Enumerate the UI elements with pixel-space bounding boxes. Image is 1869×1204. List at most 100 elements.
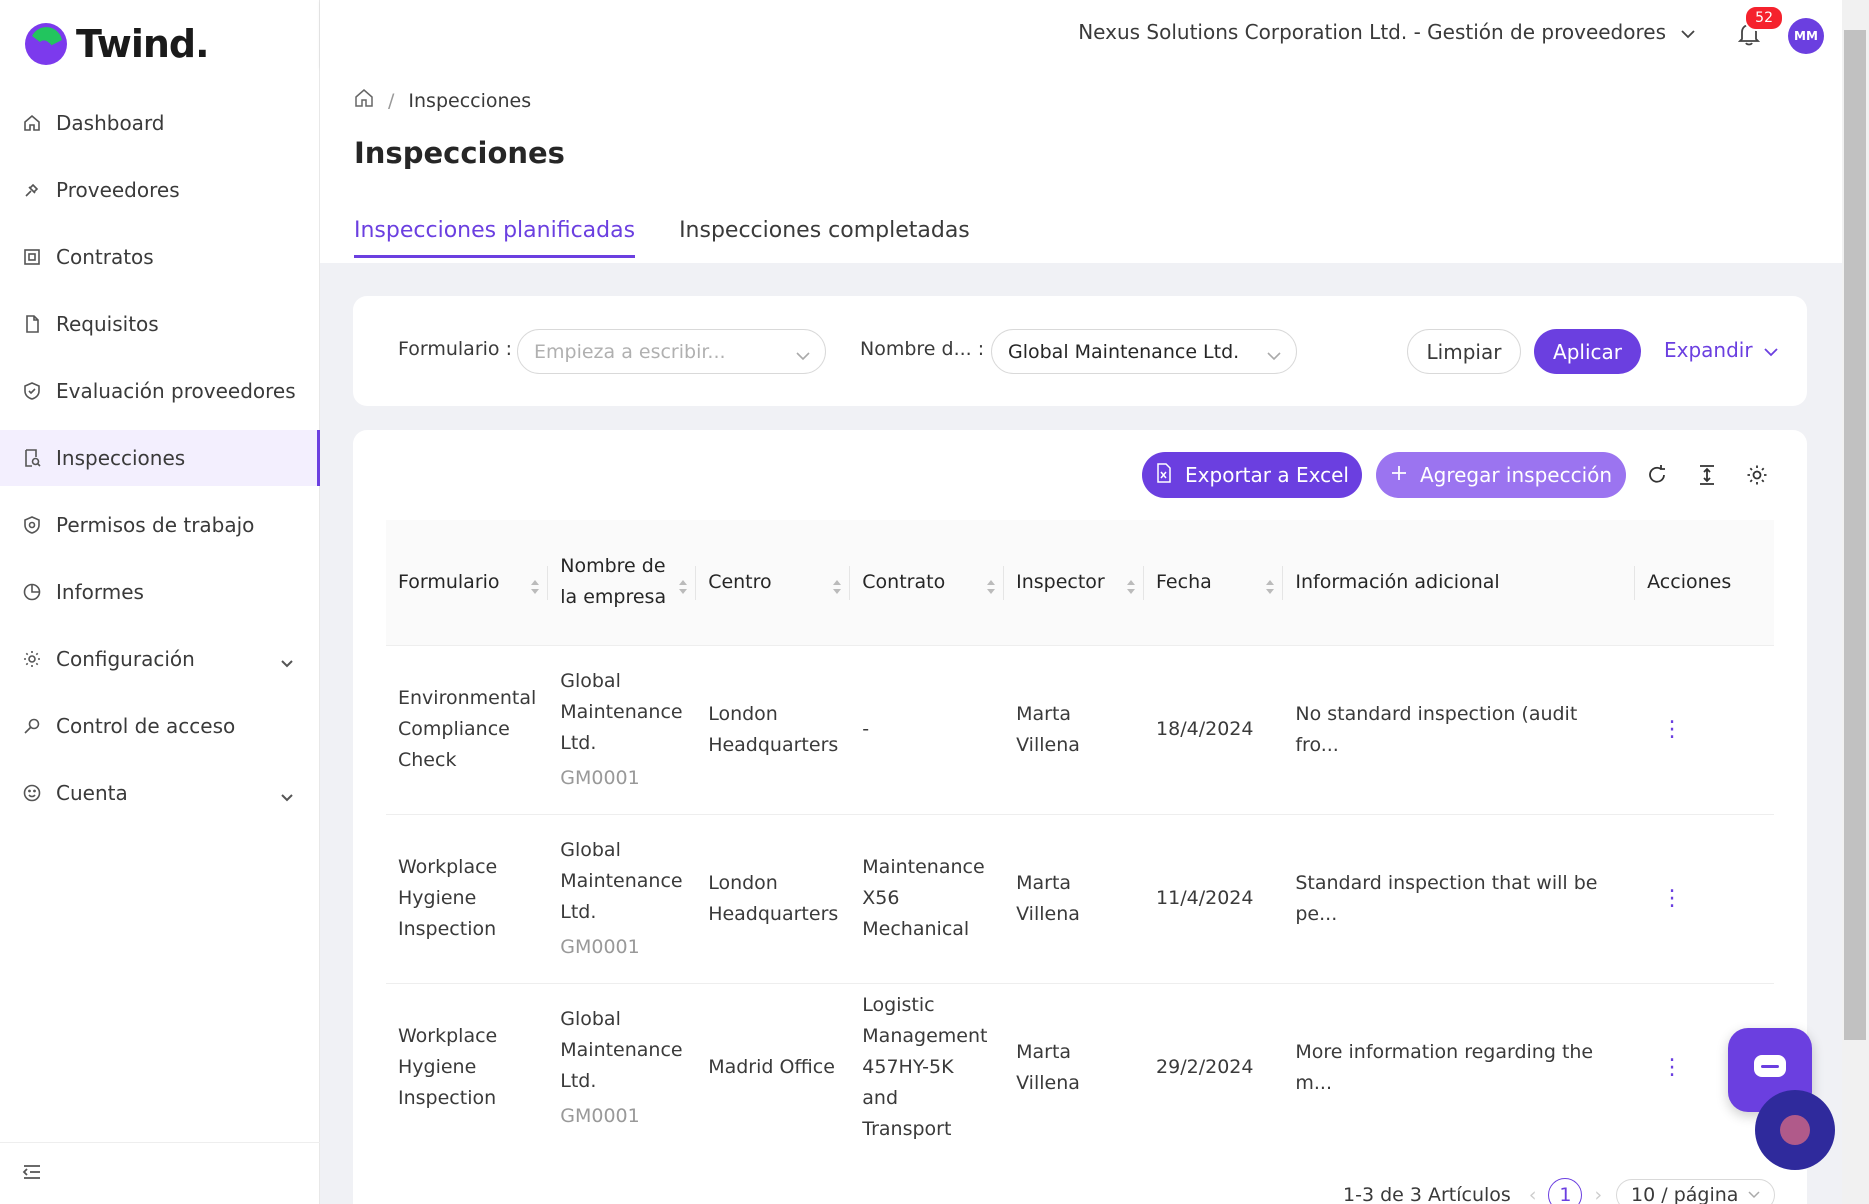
cell-formulario: Workplace Hygiene Inspection bbox=[386, 813, 549, 983]
chat-status-icon bbox=[1780, 1115, 1810, 1145]
logo[interactable]: Twind. bbox=[22, 20, 210, 68]
sidebar-item-informes[interactable]: Informes bbox=[0, 564, 320, 620]
cell-info: No standard inspection (audit fro... bbox=[1283, 644, 1636, 814]
cell-info: Standard inspection that will be pe... bbox=[1283, 813, 1636, 983]
sidebar-item-configuracion[interactable]: Configuración bbox=[0, 631, 320, 687]
home-icon[interactable] bbox=[354, 88, 374, 113]
sort-icon bbox=[530, 574, 540, 605]
sidebar-item-label: Cuenta bbox=[56, 781, 128, 805]
cell-fecha: 11/4/2024 bbox=[1144, 813, 1284, 983]
table-row[interactable]: Environmental Compliance Check Global Ma… bbox=[386, 644, 1774, 814]
contract-icon bbox=[22, 247, 42, 267]
prev-page-icon[interactable]: ‹ bbox=[1529, 1184, 1537, 1204]
sidebar-item-control-acceso[interactable]: Control de acceso bbox=[0, 698, 320, 754]
nombre-filter-label: Nombre d... : bbox=[860, 338, 985, 360]
export-label: Exportar a Excel bbox=[1185, 463, 1349, 487]
cell-acciones: ⋮ bbox=[1635, 644, 1774, 814]
sidebar-item-contratos[interactable]: Contratos bbox=[0, 229, 320, 285]
more-actions-icon[interactable]: ⋮ bbox=[1647, 1055, 1683, 1080]
column-header-formulario[interactable]: Formulario bbox=[386, 520, 549, 645]
company-name: Global Maintenance Ltd. bbox=[560, 1007, 683, 1092]
inspections-table: Formulario Nombre de la empresa Centro C… bbox=[386, 520, 1774, 1152]
cell-contrato: Maintenance X56 Mechanical bbox=[850, 813, 1005, 983]
chevron-down-icon bbox=[280, 784, 294, 808]
formulario-filter-label: Formulario : bbox=[398, 338, 512, 360]
cell-formulario: Workplace Hygiene Inspection bbox=[386, 982, 549, 1152]
settings-gear-icon[interactable] bbox=[1744, 462, 1770, 488]
page-number[interactable]: 1 bbox=[1548, 1178, 1583, 1204]
breadcrumb: / Inspecciones bbox=[354, 88, 531, 113]
expand-filters-button[interactable]: Expandir bbox=[1664, 338, 1779, 362]
column-header-empresa[interactable]: Nombre de la empresa bbox=[548, 520, 697, 645]
column-header-fecha[interactable]: Fecha bbox=[1144, 520, 1284, 645]
scrollbar-thumb[interactable] bbox=[1844, 30, 1866, 1040]
sort-icon bbox=[678, 574, 688, 605]
chevron-down-icon bbox=[1680, 20, 1696, 44]
breadcrumb-separator: / bbox=[388, 89, 395, 112]
inspection-icon bbox=[22, 448, 42, 468]
expand-label: Expandir bbox=[1664, 338, 1753, 362]
sidebar-item-inspecciones[interactable]: Inspecciones bbox=[0, 430, 320, 486]
apply-button[interactable]: Aplicar bbox=[1534, 329, 1641, 374]
chat-icon bbox=[1752, 1053, 1788, 1087]
nombre-filter-select[interactable]: Global Maintenance Ltd. bbox=[991, 329, 1297, 374]
sidebar-item-proveedores[interactable]: Proveedores bbox=[0, 162, 320, 218]
page-header: / Inspecciones Inspecciones Inspecciones… bbox=[320, 68, 1842, 263]
cell-fecha: 18/4/2024 bbox=[1144, 644, 1284, 814]
cell-centro: Madrid Office bbox=[696, 982, 851, 1152]
pie-chart-icon bbox=[22, 582, 42, 602]
sidebar-item-evaluacion[interactable]: Evaluación proveedores bbox=[0, 363, 320, 419]
chevron-down-icon bbox=[1763, 338, 1779, 362]
sidebar-item-permisos[interactable]: Permisos de trabajo bbox=[0, 497, 320, 553]
company-code: GM0001 bbox=[560, 766, 640, 789]
cell-contrato: - bbox=[850, 644, 1005, 814]
table-row[interactable]: Workplace Hygiene Inspection Global Main… bbox=[386, 982, 1774, 1152]
tab-planificadas[interactable]: Inspecciones planificadas bbox=[354, 218, 636, 258]
table-row[interactable]: Workplace Hygiene Inspection Global Main… bbox=[386, 813, 1774, 983]
nombre-filter-value: Global Maintenance Ltd. bbox=[1008, 340, 1240, 363]
column-header-inspector[interactable]: Inspector bbox=[1004, 520, 1145, 645]
more-actions-icon[interactable]: ⋮ bbox=[1647, 717, 1683, 742]
smile-icon bbox=[22, 783, 42, 803]
add-inspection-button[interactable]: Agregar inspección bbox=[1376, 452, 1626, 498]
sort-icon bbox=[832, 574, 842, 605]
more-actions-icon[interactable]: ⋮ bbox=[1647, 886, 1683, 911]
sidebar-item-requisitos[interactable]: Requisitos bbox=[0, 296, 320, 352]
page-size-select[interactable]: 10 / página bbox=[1616, 1179, 1776, 1204]
sidebar-nav: Dashboard Proveedores Contratos Requisit… bbox=[0, 95, 320, 832]
cell-empresa: Global Maintenance Ltd. GM0001 bbox=[548, 813, 697, 983]
column-height-icon[interactable] bbox=[1694, 462, 1720, 488]
sort-icon bbox=[1126, 574, 1136, 605]
export-excel-button[interactable]: Exportar a Excel bbox=[1142, 452, 1362, 498]
tabs: Inspecciones planificadas Inspecciones c… bbox=[354, 218, 1014, 258]
clear-button[interactable]: Limpiar bbox=[1407, 329, 1521, 374]
sidebar-item-cuenta[interactable]: Cuenta bbox=[0, 765, 320, 821]
table-header-row: Formulario Nombre de la empresa Centro C… bbox=[386, 520, 1774, 645]
organization-selector[interactable]: Nexus Solutions Corporation Ltd. - Gesti… bbox=[1078, 20, 1696, 44]
next-page-icon[interactable]: › bbox=[1594, 1184, 1602, 1204]
cell-formulario: Environmental Compliance Check bbox=[386, 644, 549, 814]
cell-fecha: 29/2/2024 bbox=[1144, 982, 1284, 1152]
sidebar-item-label: Control de acceso bbox=[56, 714, 236, 738]
sidebar-item-dashboard[interactable]: Dashboard bbox=[0, 95, 320, 151]
add-label: Agregar inspección bbox=[1419, 463, 1613, 487]
avatar[interactable]: MM bbox=[1788, 18, 1824, 54]
chat-launcher[interactable] bbox=[1755, 1090, 1835, 1170]
sidebar-item-label: Permisos de trabajo bbox=[56, 513, 255, 537]
column-header-contrato[interactable]: Contrato bbox=[850, 520, 1005, 645]
formulario-filter-select[interactable]: Empieza a escribir... bbox=[517, 329, 826, 374]
menu-collapse-icon bbox=[22, 1164, 42, 1184]
company-code: GM0001 bbox=[560, 935, 640, 958]
shield-icon bbox=[22, 515, 42, 535]
sort-icon bbox=[1265, 574, 1275, 605]
tab-completadas[interactable]: Inspecciones completadas bbox=[679, 218, 970, 258]
page-title: Inspecciones bbox=[354, 136, 565, 170]
cell-contrato: Logistic Management 457HY-5K and Transpo… bbox=[850, 982, 1005, 1152]
column-header-acciones: Acciones bbox=[1647, 570, 1732, 593]
collapse-sidebar-button[interactable] bbox=[0, 1142, 320, 1204]
sidebar-item-label: Inspecciones bbox=[56, 446, 186, 470]
sidebar: Twind. Dashboard Proveedores Contratos R… bbox=[0, 0, 320, 1204]
cell-centro: London Headquarters bbox=[696, 813, 851, 983]
refresh-icon[interactable] bbox=[1644, 462, 1670, 488]
column-header-centro[interactable]: Centro bbox=[696, 520, 851, 645]
